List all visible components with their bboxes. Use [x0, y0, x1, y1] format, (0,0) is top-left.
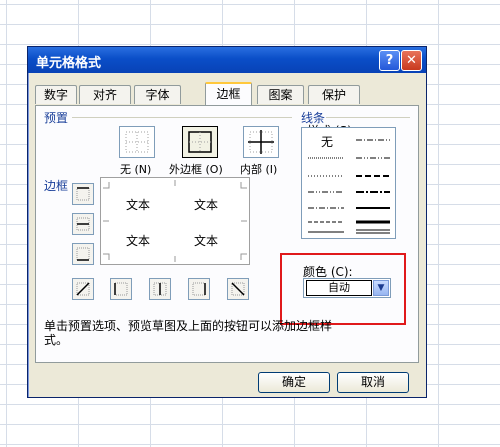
border-middle-horizontal-button[interactable]: [72, 213, 94, 235]
border-diagonal-down-button[interactable]: [227, 278, 249, 300]
preset-inside-icon: [248, 130, 274, 154]
tab-border[interactable]: 边框: [205, 82, 252, 106]
diagonal-up-icon: [76, 282, 90, 296]
tab-alignment[interactable]: 对齐: [79, 85, 131, 104]
border-left-icon: [114, 282, 128, 296]
border-preview[interactable]: 文本 文本 文本 文本: [100, 177, 250, 265]
border-group-label: 边框: [44, 179, 69, 193]
hint-text: 单击预置选项、预览草图及上面的按钮可以添加边框样式。: [44, 319, 333, 347]
preset-none-label: 无 (N): [120, 163, 152, 176]
tab-number[interactable]: 数字: [35, 85, 77, 104]
border-right-icon: [192, 282, 206, 296]
preset-outline-button[interactable]: [182, 126, 218, 158]
color-dropdown-value: 自动: [306, 280, 372, 296]
line-style-samples: [308, 139, 390, 234]
border-inside-vertical-icon: [153, 282, 167, 296]
cancel-button[interactable]: 取消: [337, 372, 409, 393]
border-right-button[interactable]: [188, 278, 210, 300]
border-bottom-icon: [76, 247, 90, 261]
line-divider: [326, 117, 410, 118]
border-middle-vertical-button[interactable]: [149, 278, 171, 300]
preview-corner-marks: [103, 180, 247, 262]
close-button[interactable]: ✕: [401, 50, 422, 71]
tab-protection[interactable]: 保护: [308, 85, 360, 104]
preset-outline-icon: [188, 131, 212, 153]
tab-font[interactable]: 字体: [134, 85, 181, 104]
color-dropdown[interactable]: 自动 ▼: [303, 278, 391, 298]
preset-none-button[interactable]: [119, 126, 155, 158]
border-bottom-button[interactable]: [72, 243, 94, 265]
diagonal-down-icon: [231, 282, 245, 296]
help-button[interactable]: ?: [379, 50, 400, 71]
border-inside-horizontal-icon: [76, 217, 90, 231]
border-left-button[interactable]: [110, 278, 132, 300]
format-cells-dialog: 单元格格式 ? ✕ 数字 对齐 字体 边框 图案 保护 预置 无 (N) 外边框…: [27, 46, 427, 398]
ok-button[interactable]: 确定: [258, 372, 330, 393]
preset-inside-label: 内部 (I): [240, 163, 278, 176]
preset-inside-button[interactable]: [243, 126, 279, 158]
presets-group-label: 预置: [44, 111, 69, 125]
preset-outline-label: 外边框 (O): [169, 163, 223, 176]
presets-divider: [72, 117, 292, 118]
chevron-down-icon[interactable]: ▼: [373, 280, 389, 296]
border-top-button[interactable]: [72, 183, 94, 205]
line-style-list[interactable]: 无: [301, 127, 396, 239]
title-bar: 单元格格式 ? ✕: [28, 47, 426, 73]
border-top-icon: [76, 187, 90, 201]
border-diagonal-up-button[interactable]: [72, 278, 94, 300]
preset-none-icon: [125, 131, 149, 153]
tab-patterns[interactable]: 图案: [257, 85, 304, 104]
dialog-title: 单元格格式: [36, 56, 102, 71]
